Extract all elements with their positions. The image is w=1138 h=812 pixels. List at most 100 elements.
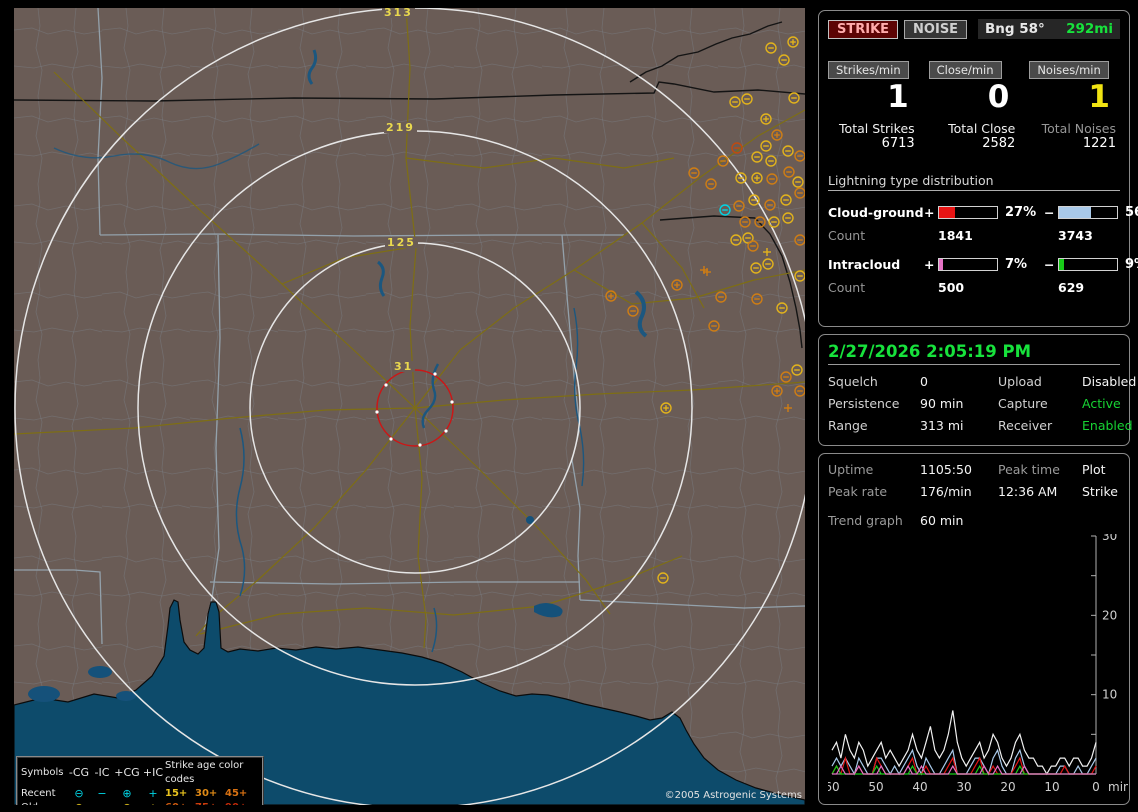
status-panel: 2/27/2026 2:05:19 PM Squelch 0 Upload Di…	[818, 334, 1136, 446]
minus-sign: −	[1044, 204, 1055, 220]
trend-graph: 10 20 30 60 50 40 30 20 10 0 min	[828, 534, 1128, 794]
trend-graph-label: Trend graph	[828, 513, 903, 528]
persistence-value: 90 min	[920, 396, 964, 411]
strike-counters-panel: STRIKE NOISE Bng 58° 292mi Strikes/min C…	[818, 10, 1138, 327]
upload-status: Disabled	[1082, 374, 1137, 389]
capture-status: Active	[1082, 396, 1121, 411]
age-60: 60+	[165, 801, 195, 805]
strikes-per-min-button[interactable]: Strikes/min	[828, 61, 909, 79]
cg-positive-pct: 27%	[1005, 204, 1037, 220]
noises-per-min-value: 1	[1088, 79, 1110, 115]
copyright-credit: ©2005 Astrogenic Systems	[664, 790, 802, 801]
legend-row-recent: Recent	[21, 788, 56, 799]
minus-sign: −	[1044, 256, 1055, 272]
recent-pos-cg-icon: ⊕	[122, 787, 132, 800]
legend-col-neg-ic: -IC	[94, 766, 110, 779]
svg-text:10: 10	[1102, 688, 1117, 702]
uptime-label: Uptime	[828, 462, 874, 477]
plot-label: Plot	[1082, 462, 1106, 477]
cg-negative-count: 3743	[1058, 227, 1093, 243]
ic-negative-bar	[1058, 257, 1118, 271]
lightning-tracker-window: 313 219 125 31 Symbols -CG -IC +CG +IC S…	[0, 0, 1138, 812]
legend-col-neg-cg: -CG	[68, 766, 90, 779]
legend-age-title: Strike age color codes	[165, 760, 244, 785]
peak-rate-value: 176/min	[920, 484, 972, 499]
datetime-display: 2/27/2026 2:05:19 PM	[828, 342, 1120, 365]
squelch-value: 0	[920, 374, 928, 389]
intracloud-label: Intracloud	[828, 256, 901, 272]
old-neg-cg-icon: ⊖	[67, 801, 91, 805]
legend-row-old: Old	[21, 801, 67, 805]
trend-window-value: 60 min	[920, 513, 964, 528]
close-per-min-value: 0	[987, 79, 1010, 115]
noises-per-min-button[interactable]: Noises/min	[1029, 61, 1109, 79]
cloud-ground-label: Cloud-ground	[828, 204, 924, 220]
svg-text:50: 50	[868, 780, 883, 794]
ring-label-313: 313	[382, 8, 415, 19]
bearing-label: Bng 58°	[985, 21, 1045, 37]
svg-text:30: 30	[956, 780, 971, 794]
svg-text:0: 0	[1092, 780, 1100, 794]
upload-label: Upload	[998, 374, 1042, 389]
legend-symbols-header: Symbols	[21, 767, 64, 778]
recent-pos-ic-icon: +	[148, 787, 158, 800]
old-pos-cg-icon: ⊕	[113, 801, 141, 805]
cg-count-label: Count	[828, 227, 866, 243]
legend-col-pos-ic: +IC	[142, 766, 164, 779]
noise-mode-button[interactable]: NOISE	[904, 19, 968, 39]
ic-count-label: Count	[828, 279, 866, 295]
recent-neg-ic-icon: −	[97, 787, 107, 800]
recent-neg-cg-icon: ⊖	[74, 787, 84, 800]
cg-positive-count: 1841	[938, 227, 973, 243]
squelch-label: Squelch	[828, 374, 878, 389]
ring-label-219: 219	[384, 121, 417, 134]
receiver-label: Receiver	[998, 418, 1053, 433]
plus-sign: +	[924, 256, 935, 272]
peak-rate-label: Peak rate	[828, 484, 888, 499]
ic-positive-count: 500	[938, 279, 965, 295]
capture-label: Capture	[998, 396, 1048, 411]
total-strikes-value: 6713	[881, 136, 915, 151]
total-strikes-label: Total Strikes	[839, 121, 915, 136]
ic-positive-pct: 7%	[1005, 256, 1028, 272]
plus-sign: +	[924, 204, 935, 220]
total-noises-value: 1221	[1082, 136, 1116, 151]
svg-text:min: min	[1108, 780, 1128, 794]
receiver-status: Enabled	[1082, 418, 1133, 433]
peak-time-value: 12:36 AM	[998, 484, 1058, 499]
svg-text:20: 20	[1000, 780, 1015, 794]
ring-label-125: 125	[385, 236, 418, 249]
old-neg-ic-icon: −	[91, 801, 113, 805]
age-90: 90+	[225, 801, 255, 805]
symbol-legend: Symbols -CG -IC +CG +IC Strike age color…	[16, 756, 264, 805]
distribution-title: Lightning type distribution	[828, 173, 1120, 191]
ring-label-31: 31	[392, 360, 416, 373]
total-noises-label: Total Noises	[1041, 121, 1116, 136]
cg-positive-bar	[938, 205, 998, 219]
legend-col-pos-cg: +CG	[114, 766, 140, 779]
svg-text:20: 20	[1102, 608, 1117, 622]
svg-text:60: 60	[828, 780, 840, 794]
svg-text:30: 30	[1102, 534, 1117, 543]
ic-negative-count: 629	[1058, 279, 1085, 295]
trend-panel: Uptime 1105:50 Peak time Plot Peak rate …	[818, 453, 1130, 805]
range-label: Range	[828, 418, 868, 433]
total-close-label: Total Close	[948, 121, 1016, 136]
ic-positive-bar	[938, 257, 998, 271]
age-15: 15+	[165, 788, 188, 799]
close-per-min-button[interactable]: Close/min	[928, 61, 1002, 79]
strikes-per-min-value: 1	[887, 79, 909, 115]
plot-mode-value: Strike	[1082, 484, 1118, 499]
total-close-value: 2582	[982, 136, 1016, 151]
age-75: 75+	[195, 801, 225, 805]
strike-mode-button[interactable]: STRIKE	[828, 19, 899, 39]
old-pos-ic-icon: +	[141, 801, 165, 805]
age-30: 30+	[195, 788, 218, 799]
range-value: 313 mi	[920, 418, 964, 433]
cg-negative-pct: 56%	[1125, 204, 1138, 220]
cg-negative-bar	[1058, 205, 1118, 219]
peak-time-label: Peak time	[998, 462, 1060, 477]
strike-map[interactable]: 313 219 125 31 Symbols -CG -IC +CG +IC S…	[14, 8, 805, 805]
bearing-readout: Bng 58° 292mi	[978, 19, 1120, 39]
ic-negative-pct: 9%	[1125, 256, 1138, 272]
